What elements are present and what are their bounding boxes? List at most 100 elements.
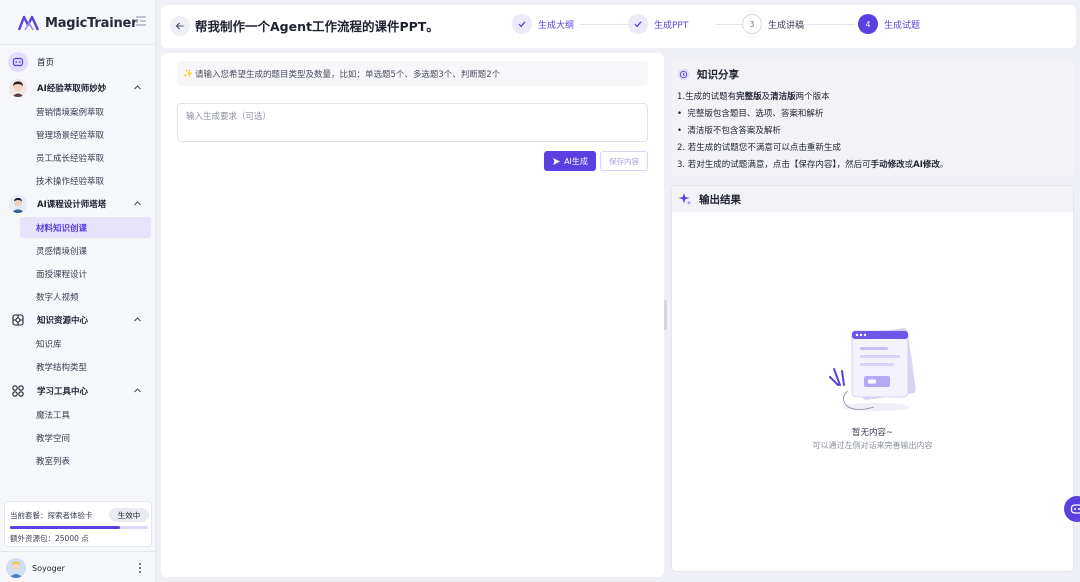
save-content-button[interactable]: 保存内容 — [600, 151, 648, 171]
sidebar-item-material-course[interactable]: 材料知识创课 — [20, 217, 151, 238]
ai-generate-button[interactable]: AI生成 — [544, 151, 596, 171]
sidebar-collapse-icon[interactable] — [135, 15, 147, 27]
plan-status-badge: 生效中 — [109, 508, 149, 522]
sidebar-item-label: 教学结构类型 — [36, 362, 88, 373]
sidebar-divider — [0, 44, 155, 45]
sidebar-item-inspiration-course[interactable]: 灵感情境创课 — [20, 240, 151, 261]
requirement-input[interactable] — [177, 103, 648, 142]
step-script[interactable]: 3 生成讲稿 — [742, 14, 804, 34]
text: 清洁版不包含答案及解析 — [687, 126, 781, 136]
tools-center-icon — [8, 381, 28, 401]
user-divider — [0, 551, 155, 552]
text-bold: 清洁版 — [770, 92, 796, 102]
sidebar-item-label: 灵感情境创课 — [36, 246, 88, 257]
sidebar-item-marketing-case[interactable]: 营销情境案例萃取 — [20, 101, 151, 122]
output-header: 输出结果 — [672, 186, 1073, 212]
knowledge-header: 知识分享 — [677, 67, 739, 81]
user-profile[interactable]: Soyoger — [6, 558, 65, 578]
step-connector — [801, 24, 855, 25]
tip-box: ✨ 请输入您希望生成的题目类型及数量，比如：单选题5个、多选题3个、判断题2个 — [177, 61, 648, 86]
input-panel: ✨ 请输入您希望生成的题目类型及数量，比如：单选题5个、多选题3个、判断题2个 … — [161, 53, 664, 577]
check-icon — [512, 14, 532, 34]
sidebar-item-magic-tools[interactable]: 魔法工具 — [20, 404, 151, 425]
plan-extra-resources: 额外资源包：25000 点 — [10, 534, 89, 543]
sidebar-item-teaching-space[interactable]: 教学空间 — [20, 427, 151, 448]
plan-card: 当前套餐：探索者体验卡 生效中 额外资源包：25000 点 — [4, 501, 152, 547]
knowledge-line-2: 2. 若生成的试题您不满意可以点击重新生成 — [677, 143, 841, 153]
empty-state-subtitle: 可以通过左侧对话来完善输出内容 — [812, 441, 933, 450]
step-ppt[interactable]: 生成PPT — [628, 14, 688, 34]
step-connector — [716, 24, 742, 25]
sidebar-section-label: 知识资源中心 — [37, 316, 89, 326]
home-icon — [8, 52, 28, 72]
text-bold: 完整版 — [736, 92, 762, 102]
save-content-label: 保存内容 — [609, 156, 639, 166]
back-button[interactable] — [170, 16, 190, 36]
sidebar-item-label: 魔法工具 — [36, 410, 71, 421]
tip-text: 请输入您希望生成的题目类型及数量，比如：单选题5个、多选题3个、判断题2个 — [194, 69, 501, 80]
step-quiz[interactable]: 4 生成试题 — [858, 14, 920, 34]
step-label: 生成讲稿 — [768, 20, 805, 31]
chevron-up-icon[interactable] — [133, 199, 142, 208]
info-circle-icon — [677, 68, 690, 80]
sidebar-section-label: AI课程设计师塔塔 — [37, 200, 107, 210]
text-bold: AI修改 — [913, 160, 940, 170]
sidebar-section-tools[interactable]: 学习工具中心 — [0, 380, 156, 402]
sidebar-item-classroom-list[interactable]: 教室列表 — [20, 450, 151, 471]
workflow-header: 帮我制作一个Agent工作流程的课件PPT。 生成大纲 生成PPT 3 生成讲稿… — [161, 5, 1076, 48]
chevron-up-icon[interactable] — [133, 83, 142, 92]
sidebar-item-teaching-structure[interactable]: 教学结构类型 — [20, 356, 151, 377]
plan-progress-bar — [10, 526, 148, 529]
sparkle-icon: ✨ — [183, 69, 193, 78]
knowledge-line-3: 3. 若对生成的试题满意，点击【保存内容】，然后可手动修改或AI修改。 — [677, 158, 948, 170]
sidebar-item-label: 教学空间 — [36, 433, 71, 444]
sidebar-item-employee-growth[interactable]: 员工成长经验萃取 — [20, 147, 151, 168]
send-icon — [553, 157, 561, 165]
sidebar-section-label: 学习工具中心 — [37, 387, 89, 397]
avatar-tata — [8, 194, 28, 214]
text: 或 — [904, 160, 914, 170]
step-number: 4 — [858, 14, 878, 34]
plan-progress-fill — [10, 526, 121, 529]
brand-logo[interactable]: MagicTrainer — [18, 13, 138, 33]
sidebar-item-tech-operation[interactable]: 技术操作经验萃取 — [20, 170, 151, 191]
step-number: 3 — [742, 14, 762, 34]
chevron-up-icon[interactable] — [133, 315, 142, 324]
panel-resize-handle[interactable] — [664, 300, 667, 330]
sidebar-item-label: 材料知识创课 — [36, 223, 88, 234]
output-title: 输出结果 — [699, 193, 741, 206]
ai-generate-label: AI生成 — [564, 156, 588, 166]
sidebar-item-label: 员工成长经验萃取 — [36, 153, 105, 164]
sidebar-section-experience[interactable]: AI经验萃取师妙妙 — [0, 77, 156, 99]
user-name: Soyoger — [32, 563, 65, 573]
empty-state-title: 暂无内容~ — [851, 428, 894, 438]
sidebar-item-management-scene[interactable]: 管理场景经验萃取 — [20, 124, 151, 145]
step-outline[interactable]: 生成大纲 — [512, 14, 574, 34]
user-avatar — [6, 558, 26, 578]
sidebar-item-home[interactable]: 首页 — [0, 51, 156, 73]
sidebar-item-label: 技术操作经验萃取 — [36, 176, 105, 187]
sidebar: MagicTrainer 首页 AI经验萃取师妙妙 营销情境案例萃取 管理场景经… — [0, 0, 156, 582]
sidebar-item-label: 数字人视频 — [36, 292, 79, 303]
text: 完整版包含题目、选项、答案和解析 — [687, 109, 824, 119]
sidebar-section-knowledge[interactable]: 知识资源中心 — [0, 309, 156, 331]
avatar-miaomiao — [8, 78, 28, 98]
sidebar-section-course-design[interactable]: AI课程设计师塔塔 — [0, 193, 156, 215]
chevron-up-icon[interactable] — [133, 386, 142, 395]
sidebar-item-label: 营销情境案例萃取 — [36, 107, 105, 118]
more-vertical-icon[interactable] — [137, 562, 143, 574]
text: 。 — [939, 160, 949, 170]
sparkle-icon — [678, 193, 692, 205]
text-bold: 手动修改 — [870, 160, 905, 170]
sidebar-item-knowledge-base[interactable]: 知识库 — [20, 333, 151, 354]
brand-name: MagicTrainer — [45, 15, 138, 31]
knowledge-bullet-2: • 清洁版不包含答案及解析 — [677, 126, 781, 136]
sidebar-item-digital-human[interactable]: 数字人视频 — [20, 286, 151, 307]
plan-label: 当前套餐：探索者体验卡 — [10, 511, 93, 520]
sidebar-item-face-to-face[interactable]: 面授课程设计 — [20, 263, 151, 284]
step-label: 生成PPT — [654, 20, 689, 31]
magictrainer-logo-icon — [18, 15, 40, 31]
sidebar-item-label: 教室列表 — [36, 456, 71, 467]
output-card: 输出结果 暂无内容~ 可以通过左侧对话来完善输出内容 — [671, 185, 1074, 572]
arrow-left-icon — [175, 22, 184, 30]
